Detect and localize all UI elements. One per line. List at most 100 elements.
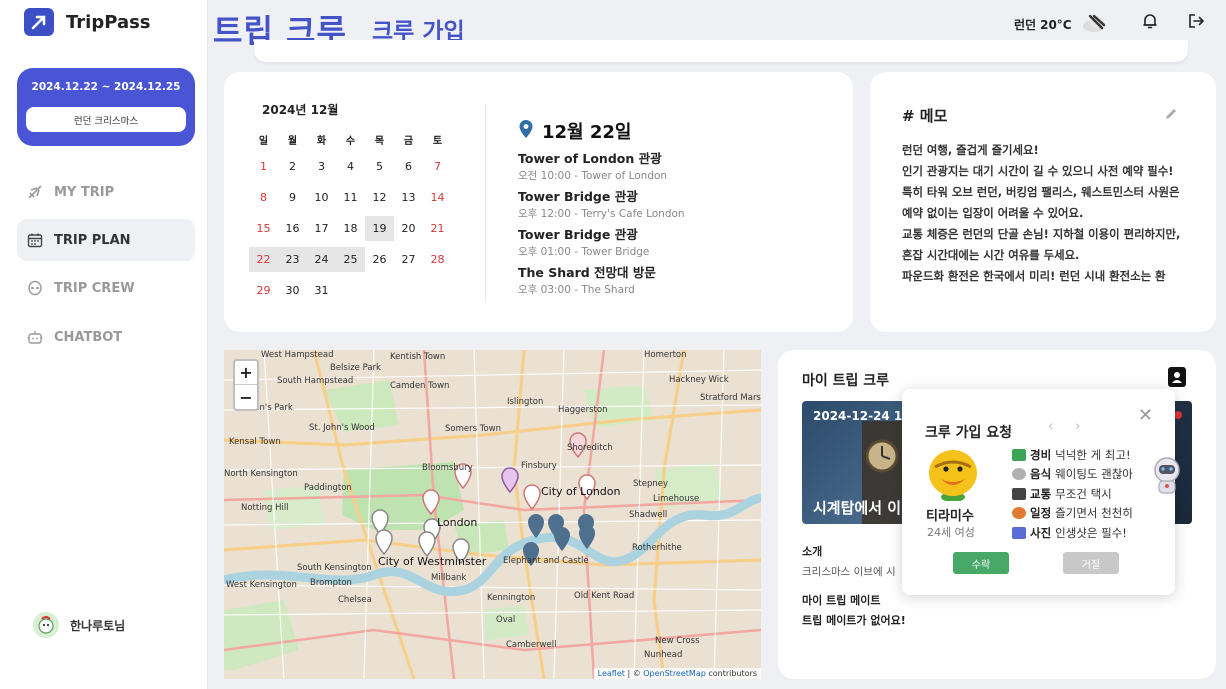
pref-food: 음식 웨이팅도 괜찮아 bbox=[1012, 465, 1133, 485]
pref-key: 사진 bbox=[1030, 525, 1052, 540]
map-place-label: Hackney Wick bbox=[669, 375, 729, 385]
calendar-day[interactable]: 9 bbox=[278, 185, 307, 210]
divider bbox=[485, 104, 486, 302]
app-name: TripPass bbox=[66, 11, 151, 33]
calendar-day[interactable]: 17 bbox=[307, 216, 336, 241]
map-place-label: City of Westminster bbox=[378, 555, 487, 568]
calendar-day[interactable]: 25 bbox=[336, 247, 365, 272]
money-icon bbox=[1012, 448, 1026, 461]
close-icon[interactable]: ✕ bbox=[1138, 405, 1153, 426]
calendar-day[interactable]: 5 bbox=[365, 154, 394, 179]
map-pin-icon bbox=[518, 119, 534, 144]
reject-button[interactable]: 거절 bbox=[1063, 552, 1119, 574]
calendar-day[interactable]: 14 bbox=[423, 185, 452, 210]
crew-join-request-popup: 크루 가입 요청 ‹ › ✕ 티라미수 24세 여성 경비 넉넉한 게 최고! … bbox=[902, 389, 1175, 595]
calendar-day[interactable]: 4 bbox=[336, 154, 365, 179]
calendar-day[interactable]: 24 bbox=[307, 247, 336, 272]
calendar-day[interactable]: 21 bbox=[423, 216, 452, 241]
map-place-label: Somers Town bbox=[445, 424, 502, 434]
calendar-day[interactable]: 15 bbox=[249, 216, 278, 241]
sidebar-item-trip-crew[interactable]: TRIP CREW bbox=[17, 267, 195, 309]
leaflet-link[interactable]: Leaflet bbox=[598, 669, 625, 678]
calendar-day[interactable]: 29 bbox=[249, 278, 278, 303]
astronaut-robot-icon[interactable] bbox=[1148, 455, 1186, 495]
schedule-item[interactable]: Tower of London 관광 오전 10:00 - Tower of L… bbox=[518, 150, 838, 184]
sidebar-item-trip-plan[interactable]: TRIP PLAN bbox=[17, 219, 195, 261]
pref-key: 일정 bbox=[1030, 506, 1052, 521]
prev-arrow-icon[interactable]: ‹ bbox=[1048, 419, 1053, 434]
memo-text[interactable]: 런던 여행, 즐겁게 즐기세요! 인기 관광지는 대기 시간이 길 수 있으니 사… bbox=[902, 140, 1186, 288]
map-place-label: Camberwell bbox=[506, 640, 557, 650]
schedule-place: Tower Bridge 관광 bbox=[518, 227, 638, 242]
map-place-label: Shadwell bbox=[629, 510, 668, 520]
pref-value: 무조건 택시 bbox=[1055, 486, 1112, 501]
map-zoom-control: + − bbox=[233, 359, 259, 411]
calendar-day[interactable]: 18 bbox=[336, 216, 365, 241]
current-trip-card[interactable]: 2024.12.22 ~ 2024.12.25 런던 크리스마스 bbox=[17, 68, 195, 146]
map-place-label: Paddington bbox=[304, 483, 352, 493]
calendar-day[interactable]: 16 bbox=[278, 216, 307, 241]
user-profile[interactable]: 한나루토님 bbox=[33, 612, 125, 638]
calendar-day[interactable]: 6 bbox=[394, 154, 423, 179]
map-place-label: Millbank bbox=[431, 573, 467, 583]
logo[interactable]: TripPass bbox=[24, 8, 151, 36]
schedule-item[interactable]: Tower Bridge 관광 오후 12:00 - Terry's Cafe … bbox=[518, 188, 838, 222]
calendar-day[interactable]: 7 bbox=[423, 154, 452, 179]
calendar-schedule-card: 2024년 12월 일 월 화 수 목 금 토 1 2 3 4 5 6 7 8 9 10 11 12 13 14 15 16… bbox=[224, 72, 853, 332]
calendar-day[interactable]: 31 bbox=[307, 278, 336, 303]
accept-button[interactable]: 수락 bbox=[953, 552, 1009, 574]
calendar-day[interactable]: 28 bbox=[423, 247, 452, 272]
map-place-label: Haggerston bbox=[558, 405, 608, 415]
calendar-day[interactable]: 26 bbox=[365, 247, 394, 272]
calendar-day[interactable]: 20 bbox=[394, 216, 423, 241]
airplane-logo-icon bbox=[24, 8, 54, 36]
sidebar-item-label: MY TRIP bbox=[54, 184, 115, 200]
sidebar-item-label: TRIP CREW bbox=[54, 280, 135, 296]
weekday-header: 일 bbox=[258, 136, 269, 147]
bell-icon[interactable] bbox=[1141, 12, 1159, 30]
calendar-day[interactable]: 27 bbox=[394, 247, 423, 272]
calendar-day[interactable]: 19 bbox=[365, 216, 394, 241]
calendar-day[interactable]: 8 bbox=[249, 185, 278, 210]
schedule-time: 오후 12:00 - Terry's Cafe London bbox=[518, 208, 685, 220]
trip-mate-empty-text: 트립 메이트가 없어요! bbox=[802, 614, 906, 627]
trip-name-button[interactable]: 런던 크리스마스 bbox=[26, 107, 186, 132]
zoom-in-button[interactable]: + bbox=[235, 361, 257, 385]
map-place-label: Old Kent Road bbox=[574, 591, 635, 601]
sidebar-item-chatbot[interactable]: CHATBOT bbox=[17, 316, 195, 358]
pref-value: 인생샷은 필수! bbox=[1055, 525, 1127, 540]
calendar-day[interactable]: 11 bbox=[336, 185, 365, 210]
calendar-day[interactable]: 3 bbox=[307, 154, 336, 179]
schedule-item[interactable]: Tower Bridge 관광 오후 01:00 - Tower Bridge bbox=[518, 226, 838, 260]
calendar-day[interactable]: 13 bbox=[394, 185, 423, 210]
map-place-label: West Kensington bbox=[226, 580, 297, 590]
calendar-day[interactable]: 23 bbox=[278, 247, 307, 272]
logout-icon[interactable] bbox=[1187, 12, 1205, 30]
popup-pager: ‹ › bbox=[1048, 419, 1080, 434]
next-arrow-icon[interactable]: › bbox=[1075, 419, 1080, 434]
calendar-day[interactable]: 1 bbox=[249, 154, 278, 179]
map-view[interactable]: West Hampstead Kentish Town Homerton Belsiz… bbox=[224, 350, 761, 679]
zoom-out-button[interactable]: − bbox=[235, 385, 257, 409]
calendar-day[interactable]: 30 bbox=[278, 278, 307, 303]
contact-card-icon[interactable] bbox=[1168, 367, 1186, 387]
pencil-icon[interactable] bbox=[1164, 106, 1178, 125]
map-place-label: North Kensington bbox=[224, 469, 298, 479]
calendar-day[interactable]: 10 bbox=[307, 185, 336, 210]
calendar-day[interactable]: 22 bbox=[249, 247, 278, 272]
calendar-day[interactable]: 2 bbox=[278, 154, 307, 179]
weather-widget: 런던 20°C bbox=[1014, 13, 1110, 36]
pref-key: 경비 bbox=[1030, 447, 1052, 462]
calendar-day[interactable]: 12 bbox=[365, 185, 394, 210]
weekday-header: 화 bbox=[316, 136, 327, 147]
sidebar-item-my-trip[interactable]: MY TRIP bbox=[17, 171, 195, 213]
schedule-item[interactable]: The Shard 전망대 방문 오후 03:00 - The Shard bbox=[518, 264, 838, 298]
crew-banner-date: 2024-12-24 18 bbox=[813, 409, 911, 423]
camera-icon bbox=[1012, 526, 1026, 539]
schedule-date: 12월 22일 bbox=[542, 122, 632, 143]
applicant-name: 티라미수 bbox=[926, 509, 974, 524]
trip-dates: 2024.12.22 ~ 2024.12.25 bbox=[31, 81, 181, 93]
trip-mate-label: 마이 트립 메이트 bbox=[802, 594, 881, 607]
schedule-time: 오전 10:00 - Tower of London bbox=[518, 170, 668, 182]
osm-link[interactable]: OpenStreetMap bbox=[643, 669, 706, 678]
